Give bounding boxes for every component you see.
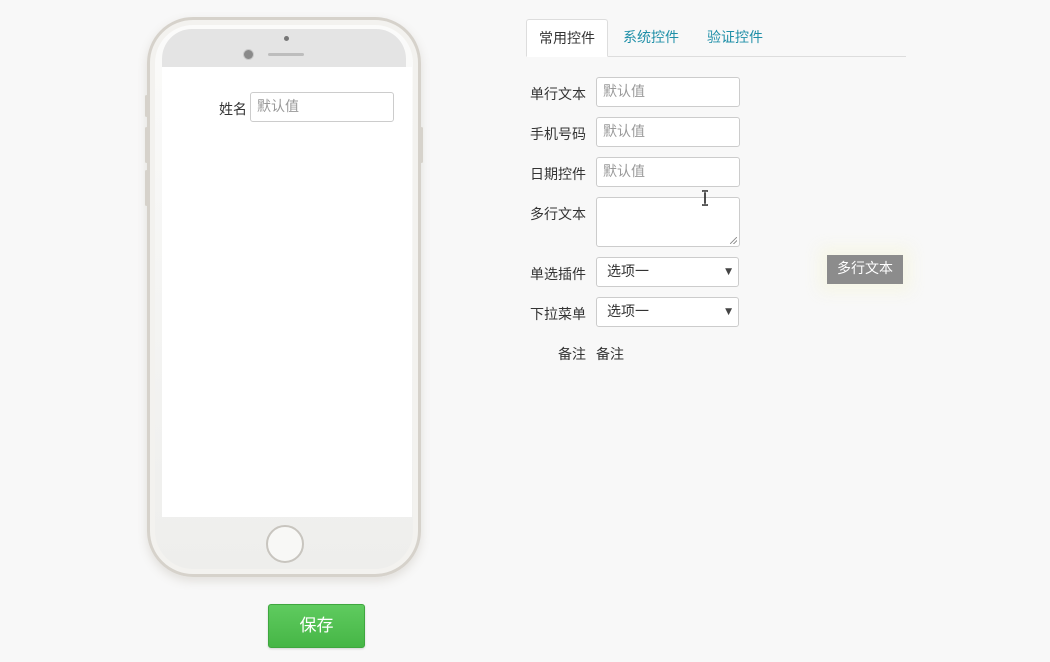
chevron-down-icon: ▼: [725, 267, 732, 277]
preview-field-input[interactable]: 默认值: [250, 92, 394, 122]
date-control-label: 日期控件: [530, 167, 586, 183]
control-tabs: 常用控件 系统控件 验证控件: [526, 19, 906, 57]
multi-line-textarea[interactable]: [596, 197, 740, 247]
save-button[interactable]: 保存: [268, 604, 365, 648]
multi-line-label: 多行文本: [530, 207, 586, 223]
single-line-input[interactable]: 默认值: [596, 77, 740, 107]
phone-power-button: [420, 127, 423, 163]
phone-camera-icon: [243, 49, 254, 60]
radio-plugin-select[interactable]: 选项一 ▼: [596, 257, 739, 287]
single-line-label: 单行文本: [530, 87, 586, 103]
dropdown-menu-label: 下拉菜单: [530, 307, 586, 323]
form-builder-page: 姓名 默认值 保存 常用控件 系统控件 验证控件 单行文本 默认值 手机号码 默…: [0, 0, 1050, 662]
phone-home-button: [266, 525, 304, 563]
dropdown-menu-select[interactable]: 选项一 ▼: [596, 297, 739, 327]
phone-volume-up: [145, 127, 148, 163]
tab-validation-controls[interactable]: 验证控件: [698, 19, 772, 57]
radio-plugin-selected: 选项一: [607, 264, 649, 280]
remark-value: 备注: [596, 347, 624, 363]
phone-number-label: 手机号码: [530, 127, 586, 143]
phone-volume-down: [145, 170, 148, 206]
preview-field-label: 姓名: [219, 102, 247, 118]
phone-speaker-icon: [268, 53, 304, 56]
preview-field-row[interactable]: 姓名 默认值: [162, 92, 412, 122]
phone-top-bar: [162, 29, 406, 67]
phone-mockup: 姓名 默认值: [147, 17, 421, 577]
radio-plugin-label: 单选插件: [530, 267, 586, 283]
phone-mute-switch: [145, 95, 148, 117]
tab-common-controls[interactable]: 常用控件: [526, 19, 608, 57]
phone-screen: 姓名 默认值: [162, 67, 412, 517]
resize-grip-icon[interactable]: [730, 237, 737, 244]
text-cursor-icon: [702, 190, 708, 206]
remark-label: 备注: [558, 347, 586, 363]
dropdown-menu-selected: 选项一: [607, 304, 649, 320]
date-control-input[interactable]: 默认值: [596, 157, 740, 187]
phone-sensor-icon: [284, 36, 289, 41]
drag-tooltip[interactable]: 多行文本: [827, 255, 903, 284]
chevron-down-icon: ▼: [725, 307, 732, 317]
phone-number-input[interactable]: 默认值: [596, 117, 740, 147]
tab-system-controls[interactable]: 系统控件: [614, 19, 688, 57]
